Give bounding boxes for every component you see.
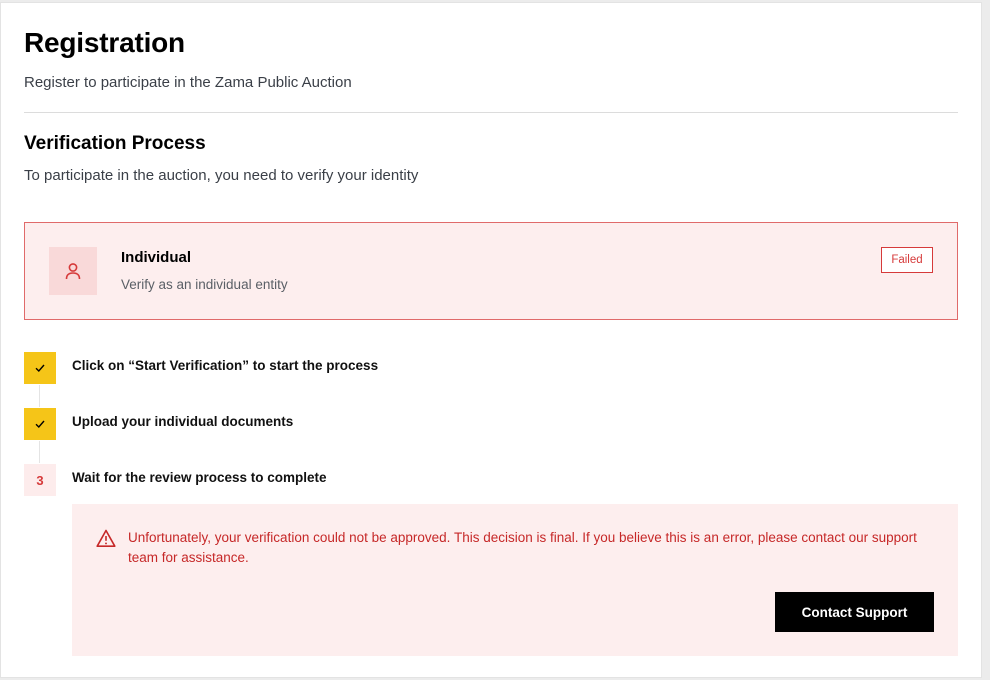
step-2-label: Upload your individual documents: [72, 414, 294, 429]
section-title: Verification Process: [24, 133, 206, 154]
page-title: Registration: [24, 27, 185, 58]
step-connector: [39, 441, 40, 463]
step-3-label: Wait for the review process to complete: [72, 470, 327, 485]
error-message: Unfortunately, your verification could n…: [128, 530, 917, 565]
step-1-label: Click on “Start Verification” to start t…: [72, 358, 379, 373]
entity-icon-container: [49, 247, 97, 295]
warning-icon: [96, 529, 116, 547]
divider: [24, 112, 958, 113]
step-2-status: [24, 408, 56, 440]
entity-description: Verify as an individual entity: [121, 277, 288, 292]
status-badge: Failed: [881, 247, 933, 273]
check-icon: [35, 364, 45, 373]
user-icon: [65, 263, 81, 280]
step-connector: [39, 385, 40, 407]
registration-panel: Registration Register to participate in …: [0, 2, 982, 678]
entity-title: Individual: [121, 249, 192, 266]
page-subtitle: Register to participate in the Zama Publ…: [24, 74, 352, 91]
verification-error-panel: Unfortunately, your verification could n…: [72, 504, 958, 656]
entity-card-individual[interactable]: Individual Verify as an individual entit…: [24, 222, 958, 320]
contact-support-button[interactable]: Contact Support: [775, 592, 934, 632]
section-description: To participate in the auction, you need …: [24, 167, 419, 184]
step-1-status: [24, 352, 56, 384]
check-icon: [35, 420, 45, 429]
step-3-status: 3: [24, 464, 56, 496]
